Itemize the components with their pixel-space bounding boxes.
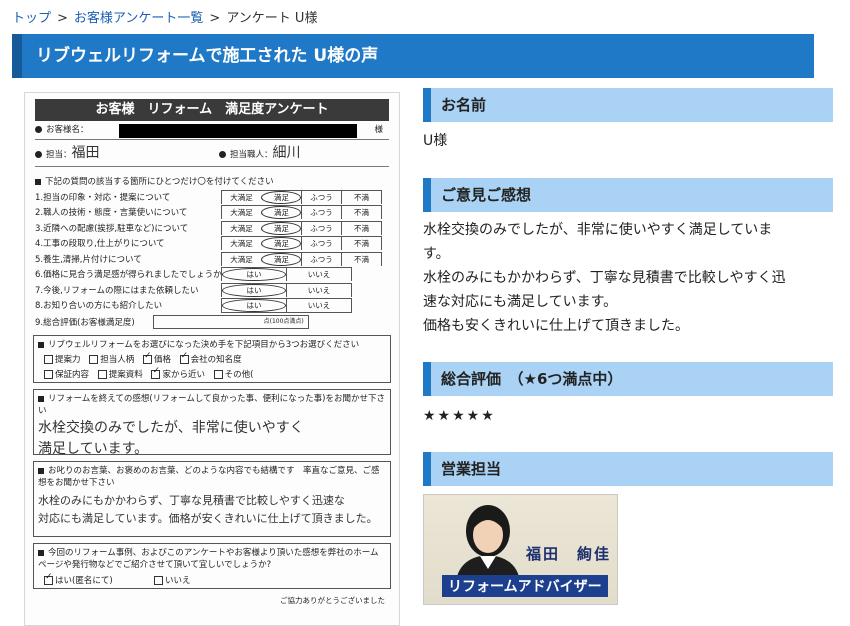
checkbox-icon: [44, 370, 53, 379]
breadcrumb-home-link[interactable]: トップ: [12, 11, 51, 26]
survey-craftsman-label: 担当職人：: [230, 150, 273, 160]
survey-rep-label: 担当：: [46, 150, 72, 160]
survey-question: 4.工事の段取り,仕上がりについて 大満足 満足 ふつう 不満: [35, 236, 389, 252]
bullet-icon: [35, 126, 42, 133]
bullet-icon: [219, 151, 226, 158]
survey-complaint-block: お叱りのお言葉、お褒めのお言葉、どのような内容でも結構です 率直なご意見、ご感想…: [33, 461, 391, 537]
survey-staff-row: 担当：福田 担当職人：細川: [35, 140, 389, 167]
breadcrumb-current: アンケート U様: [226, 11, 318, 26]
survey-impression-handwriting: 水栓交換のみでしたが、非常に使いやすく: [38, 420, 304, 436]
checkbox-checked-icon: [179, 355, 189, 364]
staff-name: 福田 絢佳: [526, 545, 612, 563]
survey-question: 5.養生,清掃,片付けについて 大満足 満足 ふつう 不満: [35, 251, 389, 267]
breadcrumb-survey-list-link[interactable]: お客様アンケート一覧: [74, 11, 203, 26]
survey-customer-suffix: 様: [374, 125, 383, 135]
staff-portrait: [456, 505, 520, 581]
square-bullet-icon: [35, 178, 41, 185]
breadcrumb-separator: >: [57, 11, 68, 26]
breadcrumb: トップ > お客様アンケート一覧 > アンケート U様: [12, 7, 317, 26]
survey-question: 8.お知り合いの方にも紹介したい はい いいえ: [35, 297, 389, 314]
survey-publish-block: 今回のリフォーム事例、およびこのアンケートやお客様より頂いた感想を弊社のホームペ…: [33, 543, 391, 589]
survey-craftsman-value: 細川: [272, 145, 301, 161]
opinion-line: 水栓のみにもかかわらず、丁寧な見積書で比較しやすく迅: [423, 270, 786, 286]
survey-complaint-handwriting: 水栓のみにもかかわらず、丁寧な見積書で比較しやすく迅速な: [38, 494, 345, 507]
square-bullet-icon: [38, 395, 44, 402]
square-bullet-icon: [38, 341, 44, 348]
survey-complaint-handwriting: 対応にも満足しています。価格が安くきれいに仕上げて頂きました。: [38, 512, 378, 525]
survey-reason-block: リブウェルリフォームをお選びになった決め手を下記項目から3つお選びください 提案…: [33, 335, 391, 383]
redacted-name-bar: [119, 124, 357, 138]
section-heading-name: お名前: [423, 88, 833, 122]
checkbox-checked-icon: [44, 576, 53, 585]
survey-question: 1.担当の印象・対応・提案について 大満足 満足 ふつう 不満: [35, 189, 389, 205]
staff-photo-card: 福田 絢佳 リフォームアドバイザー: [423, 494, 618, 605]
checkbox-icon: [97, 370, 107, 379]
page-title-bar: リブウェルリフォームで施工された U様の声: [12, 34, 814, 78]
breadcrumb-separator: >: [209, 11, 221, 26]
rating-stars: ★★★★★: [423, 408, 496, 424]
survey-craftsman: 担当職人：細川: [219, 140, 301, 168]
opinion-line: 水栓交換のみでしたが、非常に使いやすく満足していま: [423, 222, 773, 238]
checkbox-icon: [154, 576, 164, 585]
survey-impression-block: リフォームを終えての感想(リフォームして良かった事、便利になった事)をお聞かせ下…: [33, 389, 391, 457]
checkbox-icon: [44, 355, 53, 364]
section-heading-opinion: ご意見ご感想: [423, 178, 833, 212]
survey-scan-image: お客様 リフォーム 満足度アンケート お客様名： 様 担当：福田 担当職人：細川…: [24, 92, 400, 626]
survey-thanks: ご協力ありがとうございました: [280, 596, 385, 605]
staff-role: リフォームアドバイザー: [442, 575, 608, 597]
section-heading-rating: 総合評価 （★6つ満点中）: [423, 362, 833, 396]
checkbox-checked-icon: [142, 355, 152, 364]
square-bullet-icon: [38, 467, 44, 474]
opinion-line: す。: [423, 246, 450, 262]
opinion-line: 価格も安くきれいに仕上げて頂きました。: [423, 318, 689, 334]
survey-instruction: 下記の質問の該当する箇所にひとつだけ〇を付けてください: [35, 175, 389, 187]
survey-impression-handwriting: 満足しています。: [38, 441, 149, 457]
survey-question: 6.価格に見合う満足感が得られましたでしょうか? はい いいえ: [35, 267, 389, 283]
opinion-text: 水栓交換のみでしたが、非常に使いやすく満足していま す。 水栓のみにもかかわらず…: [423, 218, 833, 338]
opinion-line: 速な対応にも満足しています。: [423, 294, 618, 310]
checkbox-checked-icon: [151, 370, 161, 379]
survey-rep-value: 福田: [71, 145, 100, 161]
customer-name-value: U様: [423, 133, 448, 149]
survey-question: 7.今後,リフォームの際にはまた依頼したい はい いいえ: [35, 282, 389, 298]
checkbox-icon: [213, 370, 223, 379]
page-title: リブウェルリフォームで施工された U様の声: [36, 46, 379, 66]
survey-heading: お客様 リフォーム 満足度アンケート: [35, 99, 389, 121]
bullet-icon: [35, 151, 42, 158]
checkbox-icon: [89, 355, 99, 364]
square-bullet-icon: [38, 549, 44, 556]
survey-customer-label: お客様名：: [46, 125, 89, 135]
survey-overall-score: 9.総合評価(お客様満足度) 点(100点満点): [35, 315, 389, 329]
survey-question: 2.職人の技術・態度・言葉使いについて 大満足 満足 ふつう 不満: [35, 205, 389, 221]
survey-question: 3.近隣への配慮(挨拶,駐車など)について 大満足 満足 ふつう 不満: [35, 220, 389, 236]
section-heading-staff: 営業担当: [423, 452, 833, 486]
survey-customer-row: お客様名： 様: [35, 121, 389, 140]
